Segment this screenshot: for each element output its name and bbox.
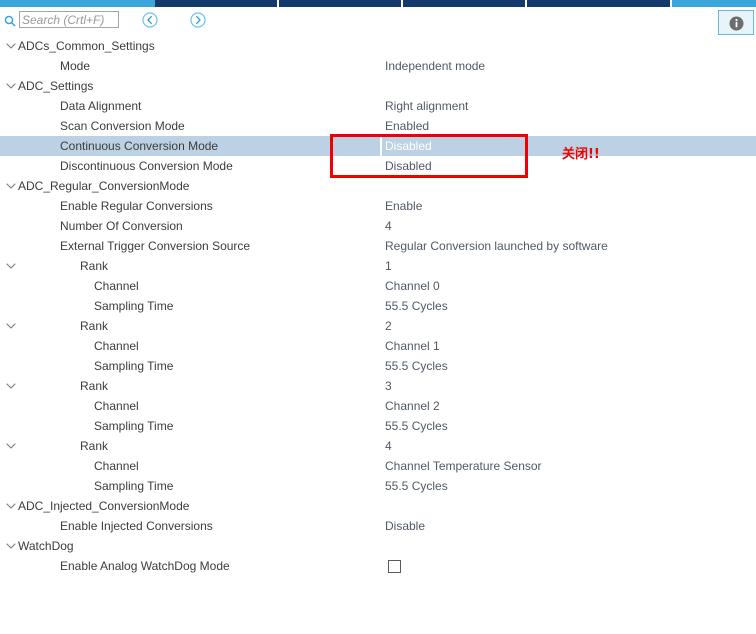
tab-1[interactable] <box>0 0 155 7</box>
tree-group-rank-1[interactable]: Rank 1 <box>0 256 756 276</box>
tab-strip <box>0 0 756 7</box>
tree-row-value[interactable]: 55.5 Cycles <box>385 416 448 436</box>
tree-row-value[interactable]: 3 <box>385 376 392 396</box>
tree-row-label: Continuous Conversion Mode <box>60 139 219 153</box>
tree-row-value[interactable]: 55.5 Cycles <box>385 476 448 496</box>
tree-row-label: Data Alignment <box>60 99 142 113</box>
tree-group-rank-4[interactable]: Rank 4 <box>0 436 756 456</box>
tab-4[interactable] <box>403 0 527 7</box>
toolbar <box>0 7 756 36</box>
tree-group-adcs-common-settings[interactable]: ADCs_Common_Settings <box>0 36 756 56</box>
tree-row-label: Channel <box>94 339 139 353</box>
settings-tree: ADCs_Common_Settings Mode Independent mode… <box>0 36 756 634</box>
tree-row-value[interactable]: Regular Conversion launched by software <box>385 236 608 256</box>
annotation-text: 关闭!! <box>562 147 600 162</box>
tree-row-label: ADC_Settings <box>18 79 94 93</box>
tree-row-label: Channel <box>94 459 139 473</box>
tree-item-rank4-sampling-time[interactable]: Sampling Time 55.5 Cycles <box>0 476 756 496</box>
chevron-down-icon[interactable] <box>4 376 18 396</box>
tree-group-rank-2[interactable]: Rank 2 <box>0 316 756 336</box>
tree-group-watchdog[interactable]: WatchDog <box>0 536 756 556</box>
tree-row-label: Enable Regular Conversions <box>60 199 213 213</box>
tree-row-value[interactable]: Channel 2 <box>385 396 440 416</box>
tree-row-value[interactable]: Channel 1 <box>385 336 440 356</box>
tree-row-label: Channel <box>94 279 139 293</box>
chevron-down-icon[interactable] <box>4 436 18 456</box>
tree-item-rank1-channel[interactable]: Channel Channel 0 <box>0 276 756 296</box>
tree-item-rank3-sampling-time[interactable]: Sampling Time 55.5 Cycles <box>0 416 756 436</box>
tree-item-number-of-conversion[interactable]: Number Of Conversion 4 <box>0 216 756 236</box>
tree-row-value[interactable]: 1 <box>385 256 392 276</box>
tree-group-rank-3[interactable]: Rank 3 <box>0 376 756 396</box>
tree-row-value[interactable]: Independent mode <box>385 56 485 76</box>
tab-3[interactable] <box>279 0 403 7</box>
tree-item-data-alignment[interactable]: Data Alignment Right alignment <box>0 96 756 116</box>
tree-row-value[interactable]: Disabled <box>385 156 432 176</box>
tree-row-value[interactable]: Disabled <box>380 136 432 156</box>
tree-row-label: Channel <box>94 399 139 413</box>
tree-item-rank2-sampling-time[interactable]: Sampling Time 55.5 Cycles <box>0 356 756 376</box>
tree-row-value[interactable]: 55.5 Cycles <box>385 356 448 376</box>
tree-row-label: Sampling Time <box>94 359 174 373</box>
tree-row-label: Mode <box>60 59 91 73</box>
tree-row-label: Rank <box>80 319 109 333</box>
tree-row-value[interactable]: 2 <box>385 316 392 336</box>
chevron-down-icon[interactable] <box>4 76 18 96</box>
tree-group-adc-regular-conversionmode[interactable]: ADC_Regular_ConversionMode <box>0 176 756 196</box>
tree-row-value[interactable]: Enabled <box>385 116 429 136</box>
tree-item-rank1-sampling-time[interactable]: Sampling Time 55.5 Cycles <box>0 296 756 316</box>
tree-item-external-trigger-conversion-source[interactable]: External Trigger Conversion Source Regula… <box>0 236 756 256</box>
chevron-down-icon[interactable] <box>4 36 18 56</box>
tree-item-rank2-channel[interactable]: Channel Channel 1 <box>0 336 756 356</box>
tree-row-label: Number Of Conversion <box>60 219 183 233</box>
tree-item-rank4-channel[interactable]: Channel Channel Temperature Sensor <box>0 456 756 476</box>
tree-row-label: Discontinuous Conversion Mode <box>60 159 233 173</box>
navigate-forward-button[interactable] <box>190 12 206 28</box>
search-icon <box>4 15 16 27</box>
tree-item-mode[interactable]: Mode Independent mode <box>0 56 756 76</box>
tree-row-label: Rank <box>80 259 109 273</box>
navigate-back-button[interactable] <box>142 12 158 28</box>
tree-row-value[interactable]: 4 <box>385 216 392 236</box>
tree-group-adc-injected-conversionmode[interactable]: ADC_Injected_ConversionMode <box>0 496 756 516</box>
tree-row-value[interactable]: Channel 0 <box>385 276 440 296</box>
tab-5[interactable] <box>527 0 672 7</box>
tree-row-label: ADC_Regular_ConversionMode <box>18 179 190 193</box>
tree-row-label: ADC_Injected_ConversionMode <box>18 499 190 513</box>
tree-row-value[interactable]: 4 <box>385 436 392 456</box>
chevron-down-icon[interactable] <box>4 536 18 556</box>
tree-row-value[interactable]: Channel Temperature Sensor <box>385 456 542 476</box>
tree-row-label: Rank <box>80 439 109 453</box>
tree-row-label: Scan Conversion Mode <box>60 119 185 133</box>
tree-row-value[interactable]: Disable <box>385 516 425 536</box>
chevron-down-icon[interactable] <box>4 316 18 336</box>
tree-item-continuous-conversion-mode[interactable]: Continuous Conversion Mode Disabled <box>0 136 756 156</box>
tree-group-adc-settings[interactable]: ADC_Settings <box>0 76 756 96</box>
tree-row-label: WatchDog <box>18 539 74 553</box>
tree-row-label: Sampling Time <box>94 299 174 313</box>
tree-row-label: Sampling Time <box>94 419 174 433</box>
enable-analog-watchdog-checkbox[interactable] <box>388 560 401 573</box>
tree-row-value[interactable]: 55.5 Cycles <box>385 296 448 316</box>
tree-item-scan-conversion-mode[interactable]: Scan Conversion Mode Enabled <box>0 116 756 136</box>
tree-row-label: Enable Injected Conversions <box>60 519 213 533</box>
tree-item-enable-regular-conversions[interactable]: Enable Regular Conversions Enable <box>0 196 756 216</box>
search-input[interactable] <box>19 11 119 28</box>
tree-item-rank3-channel[interactable]: Channel Channel 2 <box>0 396 756 416</box>
chevron-down-icon[interactable] <box>4 256 18 276</box>
tab-2[interactable] <box>155 0 279 7</box>
tree-item-enable-injected-conversions[interactable]: Enable Injected Conversions Disable <box>0 516 756 536</box>
tree-item-enable-analog-watchdog-mode[interactable]: Enable Analog WatchDog Mode <box>0 556 756 576</box>
tree-row-value[interactable]: Right alignment <box>385 96 468 116</box>
tree-row-label: ADCs_Common_Settings <box>18 39 155 53</box>
chevron-down-icon[interactable] <box>4 176 18 196</box>
chevron-down-icon[interactable] <box>4 496 18 516</box>
tree-row-value[interactable]: Enable <box>385 196 422 216</box>
tree-item-discontinuous-conversion-mode[interactable]: Discontinuous Conversion Mode Disabled <box>0 156 756 176</box>
tree-row-label: External Trigger Conversion Source <box>60 239 251 253</box>
tree-row-label: Sampling Time <box>94 479 174 493</box>
info-button[interactable] <box>718 10 754 35</box>
tree-row-label: Rank <box>80 379 109 393</box>
tree-row-label: Enable Analog WatchDog Mode <box>60 559 230 573</box>
